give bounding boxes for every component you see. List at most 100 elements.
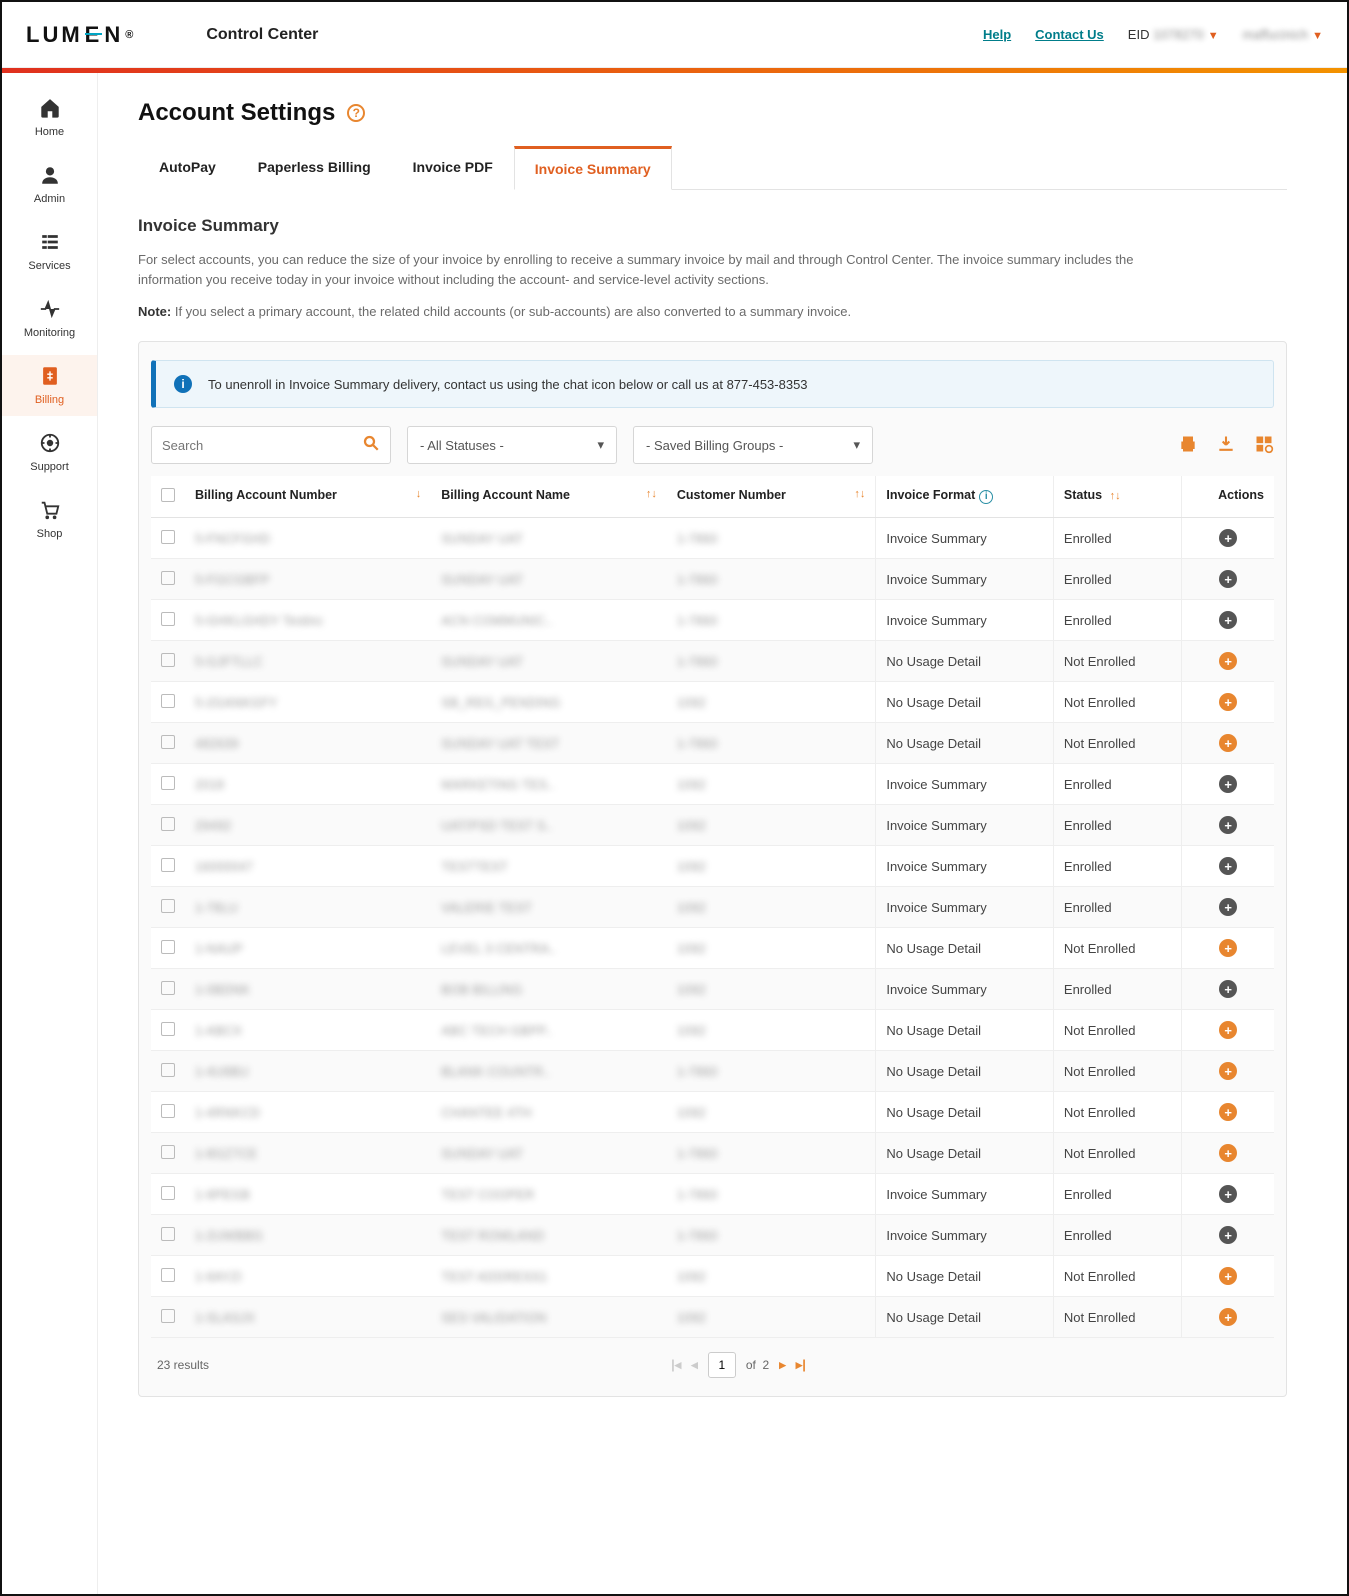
- download-icon[interactable]: [1216, 434, 1236, 457]
- tab-invoicepdf[interactable]: Invoice PDF: [392, 146, 514, 190]
- section-title: Invoice Summary: [138, 216, 1287, 236]
- page-prev-button[interactable]: ◂: [691, 1357, 698, 1373]
- row-checkbox[interactable]: [161, 817, 175, 831]
- col-cust[interactable]: Customer Number↑↓: [667, 476, 876, 518]
- sidebar-item-home[interactable]: Home: [2, 87, 97, 148]
- row-action-button[interactable]: +: [1219, 857, 1237, 875]
- row-action-button[interactable]: +: [1219, 734, 1237, 752]
- cell-ban: 2018: [195, 777, 224, 792]
- row-action-button[interactable]: +: [1219, 1226, 1237, 1244]
- row-action-button[interactable]: +: [1219, 775, 1237, 793]
- eid-display[interactable]: EID 1078270▼: [1128, 27, 1219, 42]
- sidebar-item-monitoring[interactable]: Monitoring: [2, 288, 97, 349]
- row-checkbox[interactable]: [161, 899, 175, 913]
- sidebar-item-shop[interactable]: Shop: [2, 489, 97, 550]
- status-filter-label: - All Statuses -: [420, 438, 504, 453]
- page-last-button[interactable]: ▸|: [796, 1357, 806, 1373]
- cell-ban: 1-4U9BU: [195, 1064, 248, 1079]
- cell-format: Invoice Summary: [876, 1174, 1054, 1215]
- row-checkbox[interactable]: [161, 981, 175, 995]
- row-action-button[interactable]: +: [1219, 1308, 1237, 1326]
- row-action-button[interactable]: +: [1219, 652, 1237, 670]
- status-filter[interactable]: - All Statuses -▾: [407, 426, 617, 464]
- sort-icon: ↑↓: [1110, 490, 1121, 502]
- sidebar-item-support[interactable]: Support: [2, 422, 97, 483]
- row-checkbox[interactable]: [161, 530, 175, 544]
- row-action-button[interactable]: +: [1219, 611, 1237, 629]
- cell-ban: 1-SLASJX: [195, 1310, 255, 1325]
- row-action-button[interactable]: +: [1219, 898, 1237, 916]
- print-icon[interactable]: [1178, 434, 1198, 457]
- row-checkbox[interactable]: [161, 694, 175, 708]
- row-action-button[interactable]: +: [1219, 980, 1237, 998]
- cell-cust: 1092: [677, 1023, 706, 1038]
- row-action-button[interactable]: +: [1219, 570, 1237, 588]
- user-menu[interactable]: maffucinich▼: [1243, 27, 1323, 42]
- row-checkbox[interactable]: [161, 1268, 175, 1282]
- table-row: 29492UAT/PSD TEST S..1092Invoice Summary…: [151, 805, 1274, 846]
- tab-autopay[interactable]: AutoPay: [138, 146, 237, 190]
- row-checkbox[interactable]: [161, 1063, 175, 1077]
- page-next-button[interactable]: ▸: [779, 1357, 786, 1373]
- select-all-checkbox[interactable]: [161, 488, 175, 502]
- row-checkbox[interactable]: [161, 940, 175, 954]
- contact-link[interactable]: Contact Us: [1035, 27, 1104, 42]
- row-action-button[interactable]: +: [1219, 1144, 1237, 1162]
- row-checkbox[interactable]: [161, 1145, 175, 1159]
- cell-ban: 482639: [195, 736, 238, 751]
- sidebar-item-billing[interactable]: Billing: [2, 355, 97, 416]
- accounts-table: Billing Account Number↓ Billing Account …: [151, 476, 1274, 1338]
- cell-cust: 1092: [677, 1105, 706, 1120]
- cell-status: Enrolled: [1053, 764, 1181, 805]
- row-checkbox[interactable]: [161, 1309, 175, 1323]
- info-icon[interactable]: i: [979, 490, 993, 504]
- search-box[interactable]: [151, 426, 391, 464]
- col-name[interactable]: Billing Account Name↑↓: [431, 476, 667, 518]
- info-banner: i To unenroll in Invoice Summary deliver…: [151, 360, 1274, 408]
- col-status[interactable]: Status ↑↓: [1053, 476, 1181, 518]
- row-action-button[interactable]: +: [1219, 816, 1237, 834]
- row-checkbox[interactable]: [161, 1104, 175, 1118]
- page-first-button[interactable]: |◂: [671, 1357, 681, 1373]
- row-action-button[interactable]: +: [1219, 1267, 1237, 1285]
- col-ban[interactable]: Billing Account Number↓: [185, 476, 431, 518]
- search-input[interactable]: [162, 438, 362, 453]
- help-link[interactable]: Help: [983, 27, 1011, 42]
- row-checkbox[interactable]: [161, 776, 175, 790]
- cell-name: BOB BILLING: [441, 982, 522, 997]
- row-checkbox[interactable]: [161, 612, 175, 626]
- sidebar-item-services[interactable]: Services: [2, 221, 97, 282]
- cell-name: SUNDAY UAT: [441, 572, 523, 587]
- tab-paperless[interactable]: Paperless Billing: [237, 146, 392, 190]
- row-checkbox[interactable]: [161, 653, 175, 667]
- topbar: LUMEN® Control Center Help Contact Us EI…: [2, 2, 1347, 68]
- row-checkbox[interactable]: [161, 1227, 175, 1241]
- row-action-button[interactable]: +: [1219, 529, 1237, 547]
- page-input[interactable]: [708, 1352, 736, 1378]
- row-checkbox[interactable]: [161, 735, 175, 749]
- row-action-button[interactable]: +: [1219, 1021, 1237, 1039]
- row-checkbox[interactable]: [161, 1186, 175, 1200]
- help-icon[interactable]: ?: [347, 104, 365, 122]
- search-icon[interactable]: [362, 434, 380, 457]
- cell-format: Invoice Summary: [876, 764, 1054, 805]
- cell-ban: 5-GJFTLLC: [195, 654, 263, 669]
- row-action-button[interactable]: +: [1219, 1185, 1237, 1203]
- cell-cust: 1-7860: [677, 572, 717, 587]
- row-checkbox[interactable]: [161, 1022, 175, 1036]
- sidebar-item-admin[interactable]: Admin: [2, 154, 97, 215]
- table-row: 1-0BDNKBOB BILLING1092Invoice SummaryEnr…: [151, 969, 1274, 1010]
- row-checkbox[interactable]: [161, 571, 175, 585]
- row-action-button[interactable]: +: [1219, 1103, 1237, 1121]
- settings-icon[interactable]: [1254, 434, 1274, 457]
- row-checkbox[interactable]: [161, 858, 175, 872]
- cell-format: Invoice Summary: [876, 1215, 1054, 1256]
- row-action-button[interactable]: +: [1219, 1062, 1237, 1080]
- row-action-button[interactable]: +: [1219, 693, 1237, 711]
- cell-name: SES VALIDATION: [441, 1310, 546, 1325]
- chevron-down-icon: ▼: [1208, 30, 1219, 42]
- row-action-button[interactable]: +: [1219, 939, 1237, 957]
- tab-summary[interactable]: Invoice Summary: [514, 146, 672, 190]
- billing-groups-filter[interactable]: - Saved Billing Groups -▾: [633, 426, 873, 464]
- table-row: 5-GHKLGHDY TestincACN COMMUNIC..1-7860In…: [151, 600, 1274, 641]
